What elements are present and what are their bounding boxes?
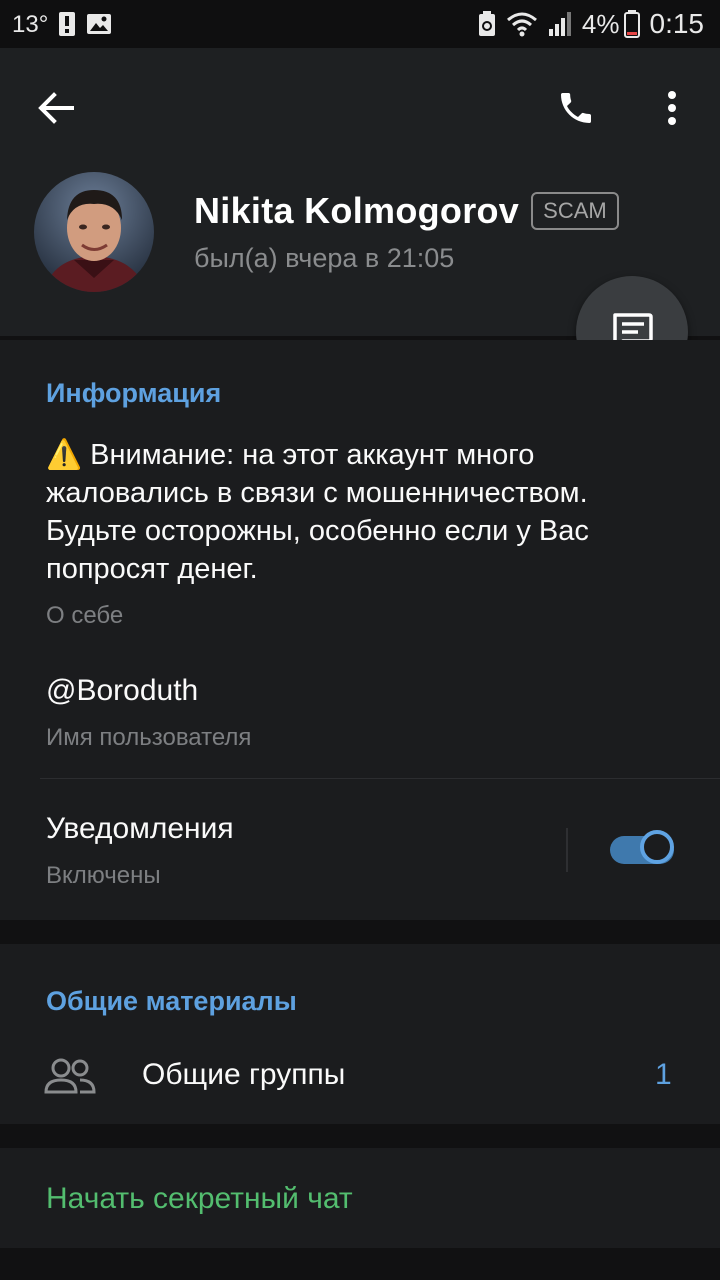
info-section-title: Информация	[46, 378, 222, 408]
status-left: 13°	[12, 10, 112, 38]
battery-icon	[623, 10, 640, 38]
alert-icon	[59, 12, 76, 36]
last-seen: был(а) вчера в 21:05	[194, 243, 455, 273]
notifications-status: Включены	[46, 862, 161, 889]
toggle-knob	[640, 830, 674, 864]
notifications-toggle[interactable]	[610, 830, 678, 868]
bio-text[interactable]: ⚠️ Внимание: на этот аккаунт много жалов…	[46, 436, 686, 588]
more-vertical-icon	[668, 91, 676, 125]
start-secret-chat-button[interactable]: Начать секретный чат	[46, 1182, 353, 1216]
username-value[interactable]: @Boroduth	[46, 674, 198, 708]
battery-percent: 4%	[581, 8, 620, 39]
name-row: Nikita Kolmogorov SCAM	[194, 190, 619, 232]
recycle-icon	[478, 11, 495, 36]
battery-status: 4%	[582, 9, 640, 40]
signal-icon	[548, 12, 571, 36]
bio-caption: О себе	[46, 602, 124, 629]
scam-badge: SCAM	[531, 192, 619, 230]
secret-chat-card: Начать секретный чат	[0, 1148, 720, 1248]
profile-name: Nikita Kolmogorov	[194, 190, 520, 231]
arrow-back-icon	[38, 92, 74, 124]
divider	[40, 778, 720, 779]
more-options-button[interactable]	[644, 80, 700, 136]
shared-section-title: Общие материалы	[46, 986, 297, 1016]
back-button[interactable]	[28, 80, 84, 136]
info-card: Информация ⚠️ Внимание: на этот аккаунт …	[0, 340, 720, 920]
shared-media-card: Общие материалы Общие группы 1	[0, 944, 720, 1124]
status-bar: 13° 4% 0:15	[0, 0, 720, 48]
status-right: 4% 0:15	[478, 8, 704, 40]
avatar-photo	[34, 172, 154, 292]
groups-icon	[44, 1056, 96, 1101]
notifications-label[interactable]: Уведомления	[46, 812, 234, 846]
vertical-divider	[566, 828, 568, 872]
username-caption: Имя пользователя	[46, 724, 252, 751]
common-groups-count: 1	[655, 1058, 672, 1091]
wifi-icon	[506, 12, 537, 37]
phone-icon	[561, 93, 591, 123]
gallery-icon	[87, 14, 112, 34]
call-button[interactable]	[548, 80, 604, 136]
avatar[interactable]	[34, 172, 154, 292]
common-groups-item[interactable]: Общие группы	[142, 1058, 345, 1092]
temperature: 13°	[12, 11, 49, 38]
clock: 0:15	[649, 8, 705, 39]
